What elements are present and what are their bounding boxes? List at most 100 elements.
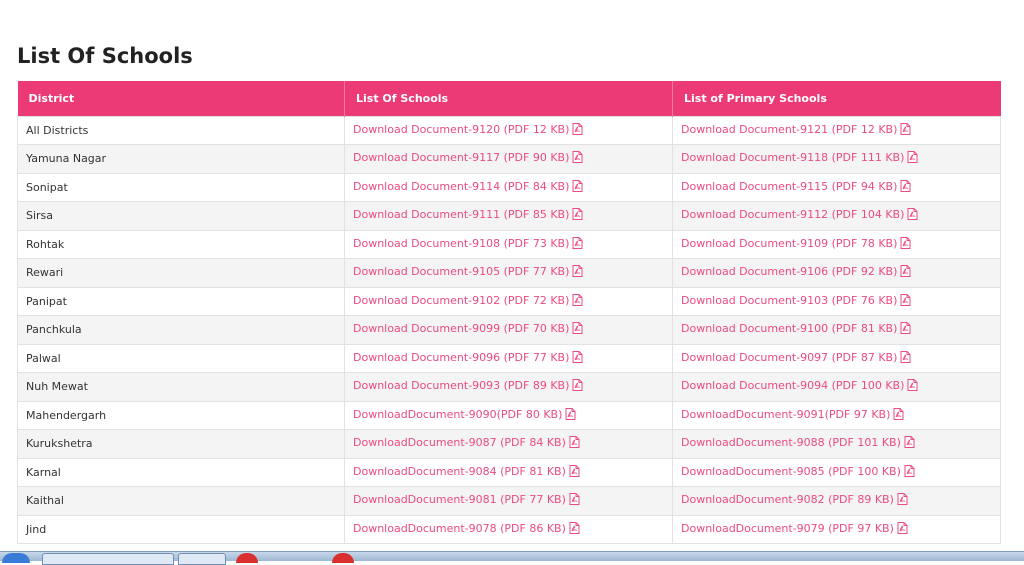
pdf-file-icon — [572, 265, 583, 280]
district-cell: All Districts — [17, 115, 345, 145]
download-schools-link[interactable]: Download Document-9114 (PDF 84 KB) — [353, 179, 583, 193]
district-cell: Kurukshetra — [17, 429, 345, 459]
download-primary-schools-link[interactable]: DownloadDocument-9079 (PDF 97 KB) — [681, 521, 908, 535]
download-schools-link[interactable]: Download Document-9108 (PDF 73 KB) — [353, 236, 583, 250]
taskbar-item[interactable] — [178, 553, 226, 565]
schools-table: District List Of Schools List of Primary… — [17, 81, 1001, 544]
table-body: All Districts Download Document-9120 (PDF… — [17, 115, 1001, 544]
pdf-file-icon — [907, 208, 918, 223]
download-link-text: DownloadDocument-9090(PDF 80 KB) — [353, 407, 563, 421]
download-link-text: Download Document-9100 (PDF 81 KB) — [681, 322, 898, 336]
pdf-file-icon — [900, 236, 911, 252]
download-primary-schools-link[interactable]: Download Document-9094 (PDF 100 KB) — [681, 379, 918, 392]
district-cell: Mahendergarh — [17, 400, 345, 430]
download-schools-link[interactable]: Download Document-9099 (PDF 70 KB) — [353, 322, 583, 335]
download-schools-link[interactable]: DownloadDocument-9078 (PDF 86 KB) — [353, 521, 580, 535]
pdf-file-icon — [569, 493, 580, 508]
table-row: Mahendergarh DownloadDocument-9090(PDF 80… — [17, 400, 1001, 430]
download-link-text: Download Document-9114 (PDF 84 KB) — [353, 179, 570, 193]
schools-cell: DownloadDocument-9084 (PDF 81 KB) — [344, 457, 673, 487]
district-cell: Sirsa — [17, 201, 345, 231]
district-cell: Sonipat — [17, 172, 345, 202]
browser-icon[interactable] — [236, 553, 258, 563]
download-link-text: DownloadDocument-9087 (PDF 84 KB) — [353, 436, 566, 450]
district-cell: Panchkula — [17, 315, 345, 345]
download-schools-link[interactable]: Download Document-9120 (PDF 12 KB) — [353, 122, 583, 138]
table-row: Panchkula Download Document-9099 (PDF 70 … — [17, 315, 1001, 345]
table-row: Jind DownloadDocument-9078 (PDF 86 KB) Dow… — [17, 514, 1001, 544]
table-row: Palwal Download Document-9096 (PDF 77 KB)… — [17, 343, 1001, 373]
pdf-file-icon — [897, 493, 908, 508]
district-cell: Nuh Mewat — [17, 372, 345, 402]
district-cell: Palwal — [17, 343, 345, 373]
pdf-file-icon — [572, 122, 583, 138]
download-link-text: Download Document-9106 (PDF 92 KB) — [681, 265, 898, 279]
page-title: List Of Schools — [17, 44, 193, 68]
download-link-text: DownloadDocument-9084 (PDF 81 KB) — [353, 464, 566, 478]
download-primary-schools-link[interactable]: Download Document-9118 (PDF 111 KB) — [681, 151, 918, 164]
schools-cell: Download Document-9099 (PDF 70 KB) — [344, 315, 673, 345]
download-schools-link[interactable]: DownloadDocument-9090(PDF 80 KB) — [353, 407, 576, 423]
download-link-text: Download Document-9121 (PDF 12 KB) — [681, 122, 898, 136]
table-row: Sirsa Download Document-9111 (PDF 85 KB) D… — [17, 201, 1001, 231]
schools-cell: DownloadDocument-9078 (PDF 86 KB) — [344, 514, 673, 544]
download-schools-link[interactable]: DownloadDocument-9081 (PDF 77 KB) — [353, 493, 580, 506]
primary-schools-cell: Download Document-9097 (PDF 87 KB) — [672, 343, 1001, 373]
download-primary-schools-link[interactable]: Download Document-9109 (PDF 78 KB) — [681, 236, 911, 252]
download-link-text: Download Document-9105 (PDF 77 KB) — [353, 265, 570, 279]
download-link-text: Download Document-9097 (PDF 87 KB) — [681, 350, 898, 364]
download-schools-link[interactable]: Download Document-9111 (PDF 85 KB) — [353, 208, 583, 221]
download-primary-schools-link[interactable]: Download Document-9115 (PDF 94 KB) — [681, 179, 911, 193]
download-link-text: Download Document-9120 (PDF 12 KB) — [353, 122, 570, 136]
district-cell: Rohtak — [17, 229, 345, 259]
download-schools-link[interactable]: Download Document-9105 (PDF 77 KB) — [353, 265, 583, 278]
district-cell: Kaithal — [17, 486, 345, 516]
start-button[interactable] — [2, 553, 30, 563]
download-schools-link[interactable]: DownloadDocument-9084 (PDF 81 KB) — [353, 464, 580, 478]
primary-schools-cell: Download Document-9121 (PDF 12 KB) — [672, 115, 1001, 145]
download-primary-schools-link[interactable]: DownloadDocument-9091(PDF 97 KB) — [681, 407, 904, 421]
download-primary-schools-link[interactable]: Download Document-9100 (PDF 81 KB) — [681, 322, 911, 335]
download-primary-schools-link[interactable]: DownloadDocument-9082 (PDF 89 KB) — [681, 493, 908, 506]
download-link-text: Download Document-9109 (PDF 78 KB) — [681, 236, 898, 250]
pdf-file-icon — [900, 322, 911, 337]
download-primary-schools-link[interactable]: Download Document-9097 (PDF 87 KB) — [681, 350, 911, 366]
table-row: Panipat Download Document-9102 (PDF 72 KB… — [17, 286, 1001, 316]
download-primary-schools-link[interactable]: Download Document-9103 (PDF 76 KB) — [681, 293, 911, 307]
schools-cell: Download Document-9117 (PDF 90 KB) — [344, 144, 673, 174]
primary-schools-cell: Download Document-9106 (PDF 92 KB) — [672, 258, 1001, 288]
schools-cell: Download Document-9120 (PDF 12 KB) — [344, 115, 673, 145]
pdf-file-icon — [572, 293, 583, 309]
table-row: Karnal DownloadDocument-9084 (PDF 81 KB) D… — [17, 457, 1001, 487]
table-row: Rewari Download Document-9105 (PDF 77 KB)… — [17, 258, 1001, 288]
download-link-text: DownloadDocument-9079 (PDF 97 KB) — [681, 521, 894, 535]
download-link-text: DownloadDocument-9082 (PDF 89 KB) — [681, 493, 894, 507]
download-primary-schools-link[interactable]: Download Document-9121 (PDF 12 KB) — [681, 122, 911, 136]
pdf-file-icon — [900, 350, 911, 366]
download-primary-schools-link[interactable]: DownloadDocument-9085 (PDF 100 KB) — [681, 464, 915, 480]
download-schools-link[interactable]: Download Document-9096 (PDF 77 KB) — [353, 350, 583, 364]
pdf-file-icon — [904, 464, 915, 480]
pdf-file-icon — [565, 407, 576, 423]
primary-schools-cell: DownloadDocument-9079 (PDF 97 KB) — [672, 514, 1001, 544]
app-icon[interactable] — [332, 553, 354, 563]
primary-schools-cell: Download Document-9103 (PDF 76 KB) — [672, 286, 1001, 316]
download-schools-link[interactable]: Download Document-9093 (PDF 89 KB) — [353, 379, 583, 392]
download-link-text: DownloadDocument-9091(PDF 97 KB) — [681, 407, 891, 421]
table-row: Yamuna Nagar Download Document-9117 (PDF … — [17, 144, 1001, 174]
download-schools-link[interactable]: Download Document-9117 (PDF 90 KB) — [353, 151, 583, 164]
download-link-text: Download Document-9099 (PDF 70 KB) — [353, 322, 570, 336]
download-primary-schools-link[interactable]: DownloadDocument-9088 (PDF 101 KB) — [681, 436, 915, 449]
district-cell: Rewari — [17, 258, 345, 288]
download-link-text: Download Document-9118 (PDF 111 KB) — [681, 151, 905, 165]
download-link-text: Download Document-9102 (PDF 72 KB) — [353, 293, 570, 307]
download-schools-link[interactable]: Download Document-9102 (PDF 72 KB) — [353, 293, 583, 309]
pdf-file-icon — [569, 436, 580, 451]
pdf-file-icon — [572, 208, 583, 223]
primary-schools-cell: DownloadDocument-9082 (PDF 89 KB) — [672, 486, 1001, 516]
download-schools-link[interactable]: DownloadDocument-9087 (PDF 84 KB) — [353, 436, 580, 449]
column-header-district: District — [17, 81, 345, 116]
download-primary-schools-link[interactable]: Download Document-9112 (PDF 104 KB) — [681, 208, 918, 221]
download-primary-schools-link[interactable]: Download Document-9106 (PDF 92 KB) — [681, 265, 911, 278]
taskbar-item[interactable] — [42, 553, 174, 565]
